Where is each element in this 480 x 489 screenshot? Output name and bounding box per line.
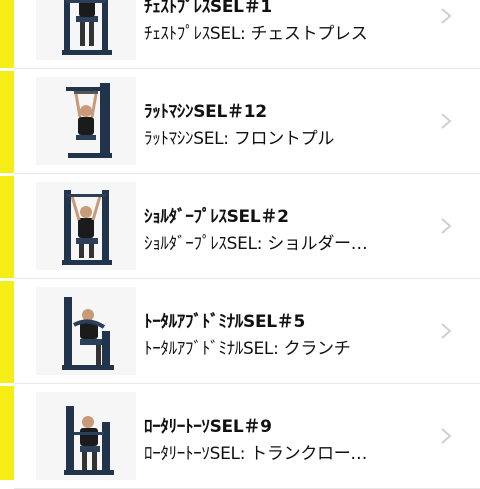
exercise-subtitle: ﾁｪｽﾄﾌﾟﾚｽSEL: チェストプレス [144, 24, 368, 44]
chevron-right-icon [441, 8, 452, 24]
lat-pulldown-machine-icon [66, 83, 112, 158]
exercise-title: ﾛｰﾀﾘｰﾄｰｿSEL＃9 [144, 417, 272, 437]
shoulder-press-machine-icon [62, 190, 112, 265]
divider [0, 278, 14, 281]
chevron-right-icon [441, 428, 452, 444]
machine-thumbnail [36, 392, 136, 480]
accent-sidebar-strip [0, 0, 14, 480]
exercise-list: ﾁｪｽﾄﾌﾟﾚｽSEL＃1 ﾁｪｽﾄﾌﾟﾚｽSEL: チェストプレス ﾗｯﾄﾏｼ… [14, 0, 480, 489]
exercise-subtitle: ﾛｰﾀﾘｰﾄｰｿSEL: トランクロー… [144, 444, 368, 464]
machine-thumbnail [36, 182, 136, 270]
rotary-torso-machine-icon [64, 406, 114, 475]
exercise-title: ｼｮﾙﾀﾞｰﾌﾟﾚｽSEL＃2 [144, 207, 289, 227]
exercise-title: ﾗｯﾄﾏｼﾝSEL＃12 [144, 102, 267, 122]
chevron-right-icon [441, 218, 452, 234]
machine-thumbnail [36, 287, 136, 375]
exercise-subtitle: ｼｮﾙﾀﾞｰﾌﾟﾚｽSEL: ショルダー… [144, 234, 368, 254]
list-item[interactable]: ﾛｰﾀﾘｰﾄｰｿSEL＃9 ﾛｰﾀﾘｰﾄｰｿSEL: トランクロー… [14, 384, 480, 489]
divider [0, 173, 14, 176]
list-item[interactable]: ﾗｯﾄﾏｼﾝSEL＃12 ﾗｯﾄﾏｼﾝSEL: フロントプル [14, 69, 480, 174]
divider [0, 383, 14, 386]
abdominal-machine-icon [62, 297, 114, 370]
exercise-title: ﾁｪｽﾄﾌﾟﾚｽSEL＃1 [144, 0, 272, 17]
chevron-right-icon [441, 323, 452, 339]
list-item[interactable]: ﾁｪｽﾄﾌﾟﾚｽSEL＃1 ﾁｪｽﾄﾌﾟﾚｽSEL: チェストプレス [14, 0, 480, 69]
list-item[interactable]: ﾄｰﾀﾙｱﾌﾞﾄﾞﾐﾅﾙSEL＃5 ﾄｰﾀﾙｱﾌﾞﾄﾞﾐﾅﾙSEL: クランチ [14, 279, 480, 384]
list-item[interactable]: ｼｮﾙﾀﾞｰﾌﾟﾚｽSEL＃2 ｼｮﾙﾀﾞｰﾌﾟﾚｽSEL: ショルダー… [14, 174, 480, 279]
machine-thumbnail [36, 0, 136, 60]
exercise-subtitle: ﾄｰﾀﾙｱﾌﾞﾄﾞﾐﾅﾙSEL: クランチ [144, 339, 351, 359]
machine-thumbnail [36, 77, 136, 165]
exercise-subtitle: ﾗｯﾄﾏｼﾝSEL: フロントプル [144, 129, 335, 149]
chest-press-machine-icon [62, 0, 112, 55]
divider [0, 68, 14, 71]
chevron-right-icon [441, 113, 452, 129]
exercise-title: ﾄｰﾀﾙｱﾌﾞﾄﾞﾐﾅﾙSEL＃5 [144, 312, 306, 332]
